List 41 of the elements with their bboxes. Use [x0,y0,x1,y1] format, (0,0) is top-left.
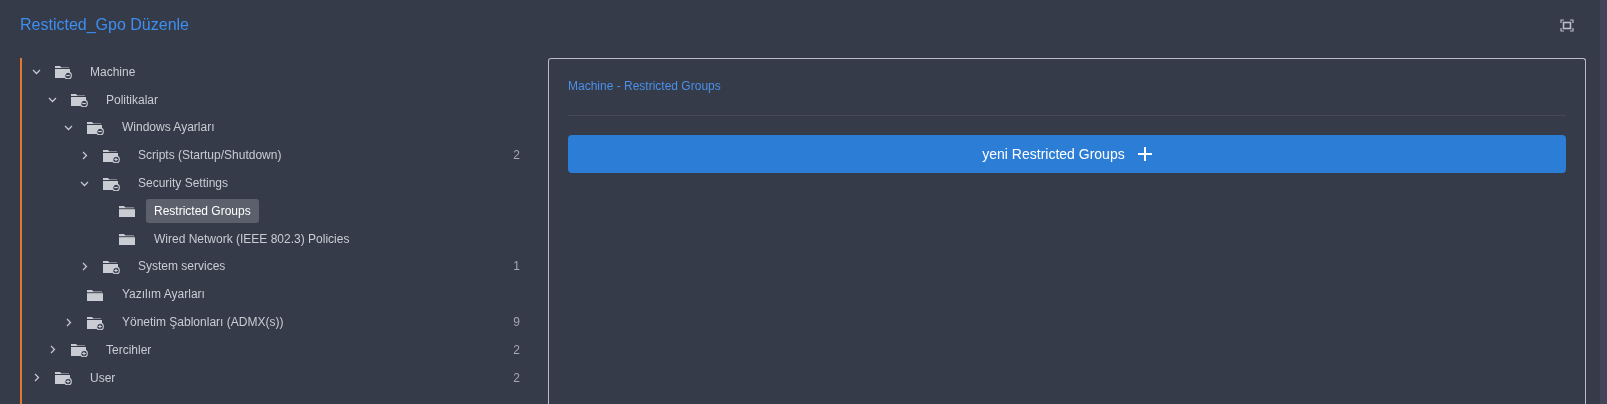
chevron-icon[interactable] [32,373,41,383]
tree-item[interactable]: Yönetim Şablonları (ADMX(s)) [114,310,292,335]
item-count: 2 [513,148,520,163]
item-count: 1 [513,259,520,274]
item-count: 2 [513,370,520,385]
tree-item[interactable]: Yazılım Ayarları [114,282,213,307]
page-title: Resticted_Gpo Düzenle [20,16,189,34]
chevron-icon[interactable] [32,67,41,77]
folder-icon [54,64,72,80]
folder-icon [102,258,120,274]
tree-item[interactable]: Wired Network (IEEE 802.3) Policies [146,226,358,251]
plus-icon [1137,147,1152,161]
chevron-icon[interactable] [80,261,89,271]
chevron-icon[interactable] [48,95,57,105]
chevron-icon[interactable] [48,345,57,355]
item-count: 2 [513,342,520,357]
tree-item[interactable]: Restricted Groups [146,198,259,223]
folder-icon [70,92,88,108]
folder-icon [118,203,136,219]
chevron-icon[interactable] [64,317,73,327]
tree-item[interactable]: Machine [82,59,144,84]
breadcrumb: Machine - Restricted Groups [568,79,722,93]
folder-icon [86,120,104,135]
tree-item[interactable]: Politikalar [98,87,167,112]
chevron-icon[interactable] [64,123,73,132]
folder-icon [102,147,120,163]
folder-icon [118,231,136,247]
add-button[interactable]: yeni Restricted Groups [568,135,1566,173]
tree-item[interactable]: User [82,365,124,390]
tree-item[interactable]: Security Settings [130,171,237,196]
tree-item[interactable]: Windows Ayarları [114,115,223,140]
folder-icon [54,370,72,386]
folder-icon [86,314,104,330]
tree-item[interactable]: Scripts (Startup/Shutdown) [130,143,290,168]
tree-item[interactable]: System services [130,254,234,279]
fullscreen-icon[interactable] [1560,18,1574,32]
folder-icon [102,175,120,191]
item-count: 9 [513,315,520,330]
folder-icon [70,342,88,358]
tree-item[interactable]: Tercihler [98,337,160,362]
chevron-icon[interactable] [80,150,89,160]
